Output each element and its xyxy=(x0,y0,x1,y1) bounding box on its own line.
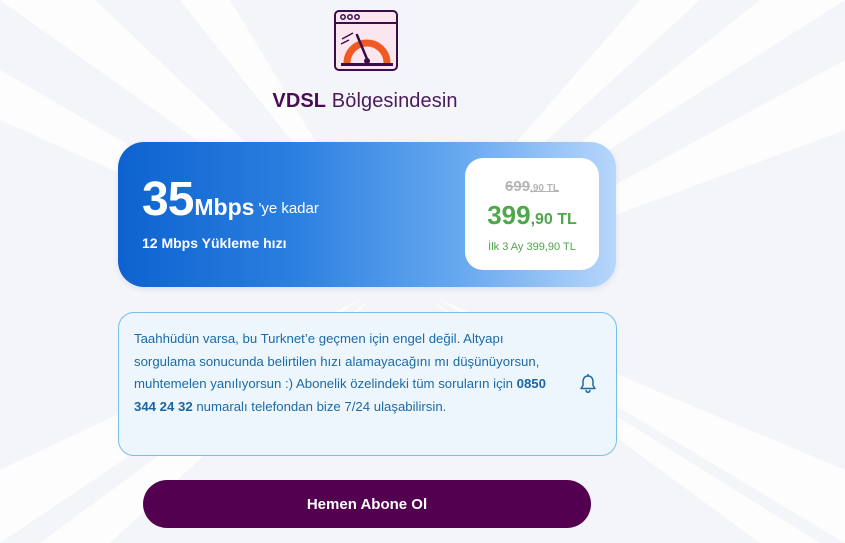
download-speed-suffix: 'ye kadar xyxy=(258,200,319,217)
info-text: Taahhüdün varsa, bu Turknet’e geçmen içi… xyxy=(134,328,564,418)
speedometer-browser-icon xyxy=(334,10,398,71)
download-speed-value: 35 xyxy=(142,173,194,226)
info-text-after: numaralı telefondan bize 7/24 ulaşabilir… xyxy=(192,398,447,414)
info-box: Taahhüdün varsa, bu Turknet’e geçmen içi… xyxy=(118,312,617,456)
download-speed-unit: Mbps xyxy=(194,194,255,220)
price-box: 699,90 TL 399,90 TL İlk 3 Ay 399,90 TL xyxy=(465,158,599,270)
speed-card: 35Mbps'ye kadar 12 Mbps Yükleme hızı 699… xyxy=(118,142,616,287)
old-price-decimal: ,90 TL xyxy=(530,183,559,194)
promo-text: İlk 3 Ay 399,90 TL xyxy=(488,241,576,253)
region-title-rest: Bölgesindesin xyxy=(326,90,458,112)
new-price-decimal: ,90 TL xyxy=(530,211,577,228)
info-text-before: Taahhüdün varsa, bu Turknet’e geçmen içi… xyxy=(134,331,540,391)
old-price: 699,90 TL xyxy=(465,178,599,196)
old-price-integer: 699 xyxy=(505,178,531,195)
new-price-integer: 399 xyxy=(487,200,531,230)
upload-speed-text: 12 Mbps Yükleme hızı xyxy=(142,235,287,251)
subscribe-now-button[interactable]: Hemen Abone Ol xyxy=(143,480,591,528)
region-title: VDSL Bölgesindesin xyxy=(0,90,730,113)
new-price: 399,90 TL xyxy=(465,200,599,231)
bell-icon xyxy=(580,374,596,394)
download-speed: 35Mbps'ye kadar xyxy=(142,176,319,224)
region-title-highlight: VDSL xyxy=(272,90,327,112)
